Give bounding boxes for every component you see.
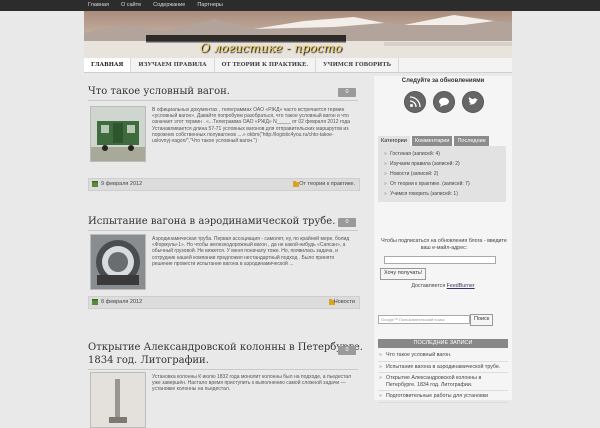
comment-count-badge[interactable]: 0	[338, 346, 356, 355]
topnav-about[interactable]: О сайте	[121, 0, 141, 11]
feedburner-link[interactable]: FeedBurner	[447, 283, 475, 289]
recent-post-link[interactable]: Что такое условный вагон.	[378, 352, 508, 362]
post-title[interactable]: Испытание вагона в аэродинамической труб…	[88, 216, 335, 227]
post-category-link[interactable]: От теории к практике.	[299, 179, 355, 190]
divider	[88, 230, 358, 231]
topnav-contents[interactable]: Содержание	[153, 0, 185, 11]
post-meta-bar: 8 февраля 2012 Новости	[88, 296, 360, 309]
post-excerpt: Установка колонны К июлю 1832 года монол…	[152, 374, 352, 393]
recent-post-link[interactable]: Открытие Александровской колонны в Петер…	[378, 375, 508, 391]
folder-icon	[293, 181, 299, 187]
main-navigation: ГЛАВНАЯ ИЗУЧАЕМ ПРАВИЛА ОТ ТЕОРИИ К ПРАК…	[84, 58, 400, 72]
top-navigation: Главная О сайте Содержание Партнеры	[88, 0, 223, 11]
rss-feed-icon[interactable]	[404, 91, 426, 113]
category-item[interactable]: Гостиная (записей: 4)	[384, 151, 440, 157]
post-thumbnail[interactable]	[90, 234, 146, 290]
category-item[interactable]: От теории к практике. (записей: 7)	[384, 181, 470, 187]
recent-post-link[interactable]: Подготовительные работы для установки	[378, 393, 508, 403]
recent-posts-list: Что такое условный вагон. Испытание ваго…	[378, 352, 508, 405]
post-category-link[interactable]: Новости	[334, 297, 355, 308]
topnav-partners[interactable]: Партнеры	[197, 0, 223, 11]
calendar-icon	[92, 181, 98, 187]
tab-categories[interactable]: Категории	[378, 136, 410, 146]
sidebar: Следуйте за обновлениями Категории Комме…	[374, 76, 512, 403]
post-title-line-2[interactable]: 1834 год. Литографии.	[88, 355, 209, 366]
topnav-home[interactable]: Главная	[88, 0, 109, 11]
post-excerpt: В официальных документах , телеграммах О…	[152, 107, 351, 145]
post-thumbnail[interactable]	[90, 106, 146, 162]
comment-count-badge[interactable]: 0	[338, 88, 356, 97]
nav-home[interactable]: ГЛАВНАЯ	[84, 58, 132, 72]
post-excerpt: Аэродинамическая труба. Первая ассоциаци…	[152, 236, 350, 267]
delivered-by-label: Доставляется	[411, 283, 446, 289]
search-button[interactable]: Поиск	[470, 314, 494, 326]
comments-feed-icon[interactable]	[433, 91, 455, 113]
follow-updates-title: Следуйте за обновлениями	[401, 78, 485, 84]
recent-posts-heading: ПОСЛЕДНИЕ ЗАПИСИ	[378, 339, 508, 348]
tab-recent[interactable]: Последние	[454, 136, 489, 146]
email-field[interactable]	[384, 256, 496, 264]
feedburner-credit: Доставляется FeedBurner	[374, 283, 512, 289]
post-title[interactable]: Что такое условный вагон.	[88, 86, 230, 97]
nav-learn-speak[interactable]: УЧИМСЯ ГОВОРИТЬ	[316, 58, 400, 72]
twitter-bird-icon[interactable]	[462, 91, 484, 113]
category-item[interactable]: Изучаем правила (записей: 2)	[384, 161, 460, 167]
post-title[interactable]: Открытие Александровской колонны в Петер…	[88, 342, 363, 353]
post-date: 9 февраля 2012	[101, 181, 143, 187]
nav-rules[interactable]: ИЗУЧАЕМ ПРАВИЛА	[131, 58, 215, 72]
sidebar-tabs: Категории Комментарии Последние	[378, 136, 489, 146]
site-title[interactable]: О логистике - просто	[200, 41, 342, 55]
nav-theory-practice[interactable]: ОТ ТЕОРИИ К ПРАКТИКЕ.	[215, 58, 317, 72]
post-meta-bar: 9 февраля 2012 От теории к практике.	[88, 178, 360, 191]
search-input[interactable]: Google™ Пользовательский поиск	[378, 315, 470, 324]
divider	[88, 369, 358, 370]
recent-post-link[interactable]: Испытание вагона в аэродинамической труб…	[378, 364, 508, 373]
divider	[88, 100, 358, 101]
subscribe-text: Чтобы подписаться на обновления блога - …	[381, 238, 507, 251]
category-list: Гостиная (записей: 4) Изучаем правила (з…	[378, 146, 506, 202]
post-date: 8 февраля 2012	[101, 299, 143, 305]
follow-icons	[404, 91, 484, 113]
header-banner: О логистике - просто	[84, 11, 512, 58]
category-item[interactable]: Учимся говорить (записей: 1)	[384, 191, 458, 197]
tab-comments[interactable]: Комментарии	[411, 136, 453, 146]
calendar-icon	[92, 299, 98, 305]
post-thumbnail[interactable]	[90, 372, 146, 428]
category-item[interactable]: Новости (записей: 2)	[384, 171, 438, 177]
subscribe-button[interactable]: Хочу получать!	[380, 268, 427, 280]
comment-count-badge[interactable]: 0	[338, 218, 356, 227]
